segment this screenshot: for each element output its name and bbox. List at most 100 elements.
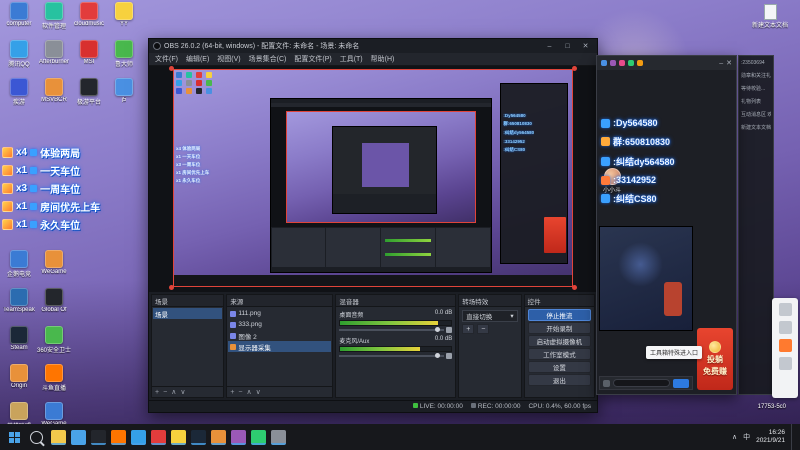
search-icon[interactable] — [30, 430, 43, 444]
taskbar-app-icon[interactable] — [91, 429, 106, 445]
taskbar-app-icon[interactable] — [131, 429, 146, 445]
desktop-icon[interactable]: MSI — [72, 40, 106, 77]
add-source-button[interactable]: + — [230, 389, 234, 396]
taskbar-app-icon[interactable] — [171, 429, 186, 445]
scene-down-button[interactable]: ∨ — [180, 388, 185, 396]
desktop-icon[interactable]: 企鹅电竞 — [2, 250, 36, 287]
clock[interactable]: 16:26 2021/9/21 — [756, 429, 785, 445]
chat-message[interactable]: :纠结CS80 — [601, 192, 675, 205]
source-item[interactable]: 图像 2 — [228, 330, 331, 341]
source-item[interactable]: 111.png — [228, 308, 331, 319]
control-button[interactable]: 退出 — [527, 374, 591, 386]
slider-knob[interactable] — [435, 353, 441, 358]
desktop-icon[interactable]: j5 — [107, 78, 141, 115]
speaker-icon[interactable] — [446, 327, 453, 333]
desktop-icon[interactable]: 腾讯QQ — [2, 40, 36, 77]
tool-icon[interactable] — [628, 60, 634, 66]
selection-handle[interactable] — [169, 66, 174, 71]
control-button[interactable]: 停止推流 — [527, 309, 591, 321]
start-button[interactable] — [0, 424, 28, 450]
selection-handle[interactable] — [169, 285, 174, 290]
taskbar-app-icon[interactable] — [251, 429, 266, 445]
minimize-button[interactable]: – — [719, 60, 723, 67]
chat-message[interactable]: :纠结dy564580 — [601, 155, 675, 168]
desktop-icon[interactable]: Global Of — [37, 288, 71, 325]
game-ad-panel[interactable] — [599, 226, 693, 331]
desktop-icon[interactable]: computer — [2, 2, 36, 39]
tool-icon[interactable] — [637, 60, 643, 66]
source-item[interactable]: 显示器采集 — [228, 341, 332, 352]
desktop-icon[interactable]: 软件管理 — [37, 2, 71, 39]
control-button[interactable]: 工作室模式 — [527, 348, 591, 360]
add-scene-button[interactable]: + — [155, 389, 159, 396]
tool-icon[interactable] — [610, 60, 616, 66]
menu-item[interactable]: 视图(V) — [217, 54, 240, 64]
companion-title-bar[interactable]: – ✕ — [597, 56, 736, 70]
menu-item[interactable]: 文件(F) — [155, 54, 178, 64]
remove-transition-button[interactable]: − — [477, 324, 490, 334]
toolbox-item-icon[interactable] — [778, 321, 792, 334]
taskbar-app-icon[interactable] — [51, 429, 66, 445]
desktop-icon[interactable]: WeGame — [37, 250, 71, 287]
source-up-button[interactable]: ∧ — [247, 388, 252, 396]
menu-item[interactable]: 编辑(E) — [186, 54, 209, 64]
menu-item[interactable]: 帮助(H) — [371, 54, 395, 64]
taskbar-app-icon[interactable] — [191, 429, 206, 445]
tray-caret-icon[interactable]: ∧ — [732, 433, 737, 441]
desktop-icon[interactable]: Afterburner — [37, 40, 71, 77]
desktop-icon[interactable]: cloudmusic — [72, 2, 106, 39]
transition-dropdown[interactable]: 直接切换 ▾ — [462, 310, 518, 322]
desktop-icon[interactable]: Steam — [2, 326, 36, 363]
selection-handle[interactable] — [572, 66, 577, 71]
display-capture-source[interactable]: x4 体验两局 x1 一天车位 x3 一周车位 x1 房间优先上车 x1 永久车位 — [173, 69, 573, 287]
close-button[interactable]: ✕ — [578, 41, 593, 52]
toolbox-highlight-icon[interactable] — [778, 339, 792, 352]
desktop-icon[interactable]: 疾游 — [2, 78, 36, 115]
taskbar-app-icon[interactable] — [271, 429, 286, 445]
show-desktop-button[interactable] — [791, 424, 795, 450]
selection-handle[interactable] — [572, 285, 577, 290]
desktop-icon[interactable]: 鲁大师 — [107, 40, 141, 77]
send-button[interactable] — [673, 378, 689, 388]
emoji-icon[interactable] — [603, 379, 610, 387]
control-button[interactable]: 启动虚拟摄像机 — [527, 335, 591, 347]
tool-icon[interactable] — [601, 60, 607, 66]
source-down-button[interactable]: ∨ — [256, 388, 261, 396]
taskbar-app-icon[interactable] — [71, 429, 86, 445]
taskbar-app-icon[interactable] — [211, 429, 226, 445]
desktop-icon[interactable]: 360安全卫士 — [37, 326, 71, 363]
control-button[interactable]: 设置 — [527, 361, 591, 373]
scene-item[interactable]: 场景 — [153, 308, 223, 319]
ime-indicator[interactable]: 中 — [743, 432, 750, 442]
toolbox-item-icon[interactable] — [778, 357, 792, 370]
taskbar-app-icon[interactable] — [111, 429, 126, 445]
scene-up-button[interactable]: ∧ — [171, 388, 176, 396]
volume-slider[interactable] — [339, 327, 453, 333]
desktop-icon[interactable]: 斗鱼直播 — [37, 364, 71, 401]
chat-message[interactable]: 群:650810830 — [601, 135, 675, 148]
add-transition-button[interactable]: + — [462, 324, 475, 334]
menu-item[interactable]: 工具(T) — [340, 54, 363, 64]
menu-item[interactable]: 配置文件(P) — [294, 54, 331, 64]
desktop-icon[interactable]: 极游平台 — [72, 78, 106, 115]
maximize-button[interactable]: □ — [560, 41, 575, 52]
source-item[interactable]: 333.png — [228, 319, 331, 330]
free-gift-banner[interactable]: 投躺 免费赚 — [697, 328, 733, 390]
desktop-icon[interactable]: YY — [107, 2, 141, 39]
speaker-icon[interactable] — [446, 353, 453, 359]
desktop-icon[interactable]: Origin — [2, 364, 36, 401]
obs-title-bar[interactable]: OBS 26.0.2 (64-bit, windows) - 配置文件: 未命名… — [149, 39, 597, 53]
desktop-icon[interactable]: MSVBCR — [37, 78, 71, 115]
minimize-button[interactable]: – — [542, 41, 557, 52]
desktop-file-label[interactable]: 17753-5c0 — [758, 404, 786, 410]
remove-source-button[interactable]: − — [238, 389, 242, 396]
toolbox-item-icon[interactable] — [778, 303, 792, 316]
desktop-icon[interactable]: TeamSpeak — [2, 288, 36, 325]
taskbar-app-icon[interactable] — [151, 429, 166, 445]
remove-scene-button[interactable]: − — [163, 389, 167, 396]
volume-slider[interactable] — [339, 353, 453, 359]
taskbar-app-icon[interactable] — [231, 429, 246, 445]
tool-icon[interactable] — [619, 60, 625, 66]
slider-knob[interactable] — [435, 327, 441, 332]
chat-message[interactable]: :33142952 — [601, 175, 675, 185]
